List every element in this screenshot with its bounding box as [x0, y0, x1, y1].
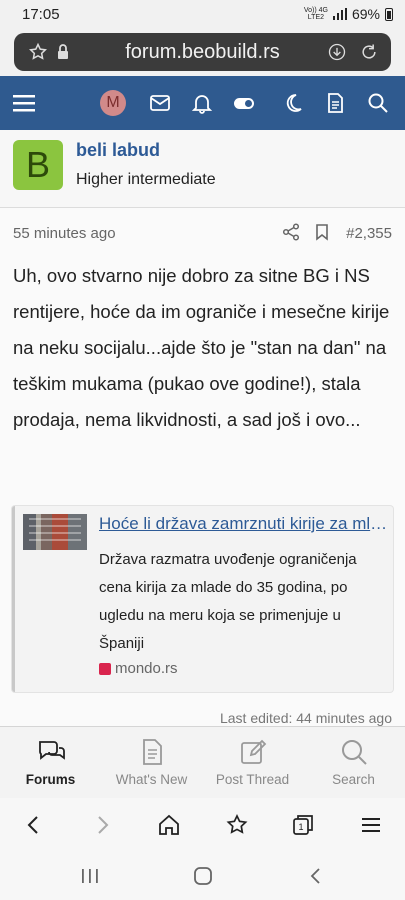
- tab-forums[interactable]: Forums: [0, 727, 101, 799]
- document-icon: [142, 739, 162, 765]
- system-back-icon[interactable]: [306, 866, 326, 886]
- post-number[interactable]: #2,355: [346, 225, 392, 242]
- compose-icon: [240, 739, 266, 764]
- author-avatar[interactable]: B: [13, 140, 63, 190]
- last-edited-note[interactable]: Last edited: 44 minutes ago: [220, 710, 392, 726]
- back-arrow-icon[interactable]: [22, 813, 46, 837]
- forward-arrow-icon[interactable]: [90, 813, 114, 837]
- whats-new-document-icon[interactable]: [324, 92, 346, 114]
- link-preview-description: Država razmatra uvođenje ograničenja cen…: [99, 551, 357, 652]
- battery-icon: [385, 7, 393, 21]
- tab-search[interactable]: Search: [303, 727, 404, 799]
- tab-whats-new[interactable]: What's New: [101, 727, 202, 799]
- bookmarks-star-icon[interactable]: [225, 813, 249, 837]
- bottom-tab-bar: Forums What's New Post Thread Search: [0, 726, 405, 798]
- author-username[interactable]: beli labud: [76, 140, 160, 161]
- status-indicators: Vo)) 4G LTE2 69%: [304, 6, 393, 22]
- menu-icon[interactable]: [13, 92, 35, 114]
- link-preview-card[interactable]: Hoće li država zamrznuti kirije za mlade…: [12, 506, 393, 692]
- reload-icon[interactable]: [359, 42, 379, 62]
- browser-menu-icon[interactable]: [359, 813, 383, 837]
- post-meta: 55 minutes ago #2,355: [0, 208, 405, 256]
- system-navigation-bar: [0, 852, 405, 900]
- inbox-icon[interactable]: [149, 92, 171, 114]
- tab-label: Search: [332, 772, 375, 787]
- bookmark-icon[interactable]: [313, 223, 331, 241]
- home-icon[interactable]: [157, 813, 181, 837]
- post-body: Uh, ovo stvarno nije dobro za sitne BG i…: [0, 256, 405, 726]
- link-preview-source: mondo.rs: [99, 660, 178, 677]
- tab-label: Post Thread: [215, 772, 290, 787]
- recent-apps-icon[interactable]: [80, 866, 100, 886]
- account-avatar[interactable]: M: [100, 90, 126, 116]
- post-text: Uh, ovo stvarno nije dobro za sitne BG i…: [13, 265, 390, 430]
- post-author-header: B beli labud Higher intermediate: [0, 130, 405, 208]
- share-icon[interactable]: [282, 223, 300, 241]
- status-time: 17:05: [22, 6, 60, 23]
- tab-post-thread[interactable]: Post Thread: [202, 727, 303, 799]
- forums-icon: [38, 741, 65, 760]
- link-thumbnail-image[interactable]: [23, 514, 87, 550]
- author-title: Higher intermediate: [76, 171, 216, 188]
- home-button-icon[interactable]: [193, 866, 213, 886]
- network-indicator: Vo)) 4G LTE2: [303, 7, 328, 21]
- signal-icon: [332, 8, 347, 20]
- address-bar[interactable]: forum.beobuild.rs: [14, 33, 391, 71]
- tab-label: Forums: [25, 772, 76, 787]
- tabs-icon[interactable]: 1: [291, 813, 315, 837]
- link-preview-title[interactable]: Hoće li država zamrznuti kirije za mlade: [99, 514, 389, 534]
- browser-address-area: forum.beobuild.rs: [0, 30, 405, 76]
- search-icon[interactable]: [367, 92, 389, 114]
- status-bar: 17:05 Vo)) 4G LTE2 69%: [0, 0, 405, 30]
- source-domain: mondo.rs: [115, 660, 178, 677]
- browser-toolbar: 1: [0, 798, 405, 852]
- download-icon[interactable]: [327, 42, 347, 62]
- toggle-icon[interactable]: [233, 92, 255, 114]
- battery-percent: 69%: [351, 6, 380, 22]
- alerts-bell-icon[interactable]: [191, 92, 213, 114]
- post-timestamp[interactable]: 55 minutes ago: [13, 225, 116, 242]
- source-favicon-icon: [99, 662, 111, 675]
- forum-navbar: [0, 76, 405, 130]
- search-icon: [341, 740, 367, 765]
- tab-label: What's New: [115, 772, 188, 787]
- dark-mode-moon-icon[interactable]: [282, 92, 304, 114]
- svg-text:1: 1: [298, 822, 303, 832]
